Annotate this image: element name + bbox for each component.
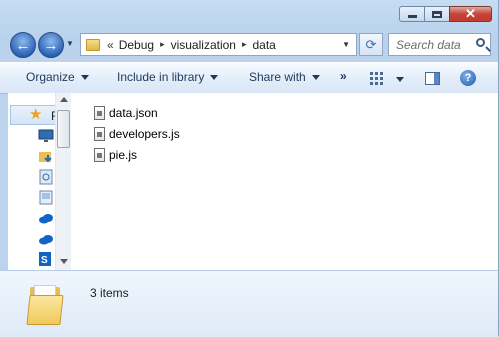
- command-bar: Organize Include in library Share with »…: [0, 62, 498, 94]
- maximize-icon: [432, 10, 442, 18]
- file-name[interactable]: pie.js: [109, 148, 137, 162]
- sharepoint-icon[interactable]: S ›: [38, 251, 54, 267]
- breadcrumb-debug[interactable]: Debug: [119, 38, 154, 52]
- js-file-icon: [94, 126, 105, 141]
- scroll-thumb[interactable]: [57, 110, 70, 148]
- close-icon: ✕: [465, 6, 476, 21]
- refresh-icon: ⟳: [365, 36, 377, 52]
- json-file-icon: [94, 105, 105, 120]
- include-in-library-button[interactable]: Include in library: [117, 70, 219, 84]
- star-icon: ★: [29, 106, 43, 123]
- caption-buttons: ✕: [399, 6, 492, 22]
- share-with-button[interactable]: Share with: [249, 70, 320, 84]
- organize-button[interactable]: Organize: [26, 70, 89, 84]
- downloads-icon[interactable]: [38, 149, 54, 165]
- share-label: Share with: [249, 70, 306, 84]
- arrow-left-icon: ←: [15, 36, 31, 54]
- breadcrumb-separator-icon[interactable]: ▸: [160, 39, 165, 50]
- address-bar[interactable]: « Debug ▸ visualization ▸ data ▼: [80, 33, 357, 56]
- navigation-pane: ★ F S›: [8, 93, 72, 270]
- recent-locations-dropdown[interactable]: ▼: [66, 40, 74, 48]
- main-content: ★ F S› data.json developers.j: [8, 93, 498, 270]
- file-name[interactable]: developers.js: [109, 127, 180, 141]
- recent-places-icon[interactable]: [38, 169, 54, 185]
- search-icon[interactable]: [476, 38, 485, 47]
- folder-icon: [26, 283, 64, 325]
- help-icon[interactable]: ?: [460, 70, 476, 86]
- breadcrumb-separator-icon[interactable]: ▸: [242, 39, 247, 50]
- breadcrumb-visualization[interactable]: visualization: [171, 38, 236, 52]
- maximize-button[interactable]: [424, 6, 450, 22]
- file-item[interactable]: pie.js: [94, 144, 180, 165]
- more-commands-button[interactable]: »: [340, 69, 347, 83]
- computer-icon[interactable]: [38, 190, 54, 206]
- scroll-down-icon[interactable]: [60, 259, 68, 264]
- nav-scrollbar[interactable]: [55, 93, 71, 270]
- onedrive-icon[interactable]: [38, 210, 54, 226]
- search-box[interactable]: Search data: [388, 33, 491, 56]
- address-dropdown-icon[interactable]: ▼: [342, 40, 350, 49]
- arrow-right-icon: →: [43, 36, 59, 54]
- explorer-window: ✕ ← → ▼ « Debug ▸ visualization ▸ data ▼…: [0, 0, 499, 337]
- desktop-icon[interactable]: [38, 128, 54, 144]
- forward-button[interactable]: →: [38, 32, 64, 58]
- minimize-button[interactable]: [399, 6, 425, 22]
- folder-icon: [86, 38, 100, 51]
- details-pane: 3 items: [0, 270, 498, 337]
- preview-pane-icon[interactable]: [425, 72, 440, 85]
- navigation-bar: ← → ▼ « Debug ▸ visualization ▸ data ▼ ⟳…: [8, 31, 491, 58]
- close-button[interactable]: ✕: [449, 6, 492, 22]
- include-label: Include in library: [117, 70, 205, 84]
- search-placeholder[interactable]: Search data: [396, 38, 461, 52]
- file-item[interactable]: data.json: [94, 102, 180, 123]
- js-file-icon: [94, 147, 105, 162]
- svg-text:›: ›: [49, 255, 52, 264]
- onedrive-icon[interactable]: [38, 231, 54, 247]
- scroll-up-icon[interactable]: [60, 97, 68, 102]
- refresh-button[interactable]: ⟳: [359, 33, 383, 56]
- file-item[interactable]: developers.js: [94, 123, 180, 144]
- organize-label: Organize: [26, 70, 75, 84]
- chevron-down-icon: [311, 75, 320, 81]
- breadcrumb-data[interactable]: data: [253, 38, 276, 52]
- view-options-dropdown-icon[interactable]: [396, 77, 404, 82]
- change-view-icon[interactable]: [370, 72, 384, 85]
- chevron-down-icon: [210, 75, 219, 81]
- file-name[interactable]: data.json: [109, 106, 158, 120]
- back-button[interactable]: ←: [10, 32, 36, 58]
- file-list: data.json developers.js pie.js: [94, 102, 180, 165]
- minimize-icon: [407, 15, 417, 18]
- chevron-down-icon: [80, 75, 89, 81]
- item-count: 3 items: [90, 286, 129, 300]
- overflow-chevron[interactable]: «: [107, 38, 114, 52]
- svg-text:S: S: [41, 255, 48, 266]
